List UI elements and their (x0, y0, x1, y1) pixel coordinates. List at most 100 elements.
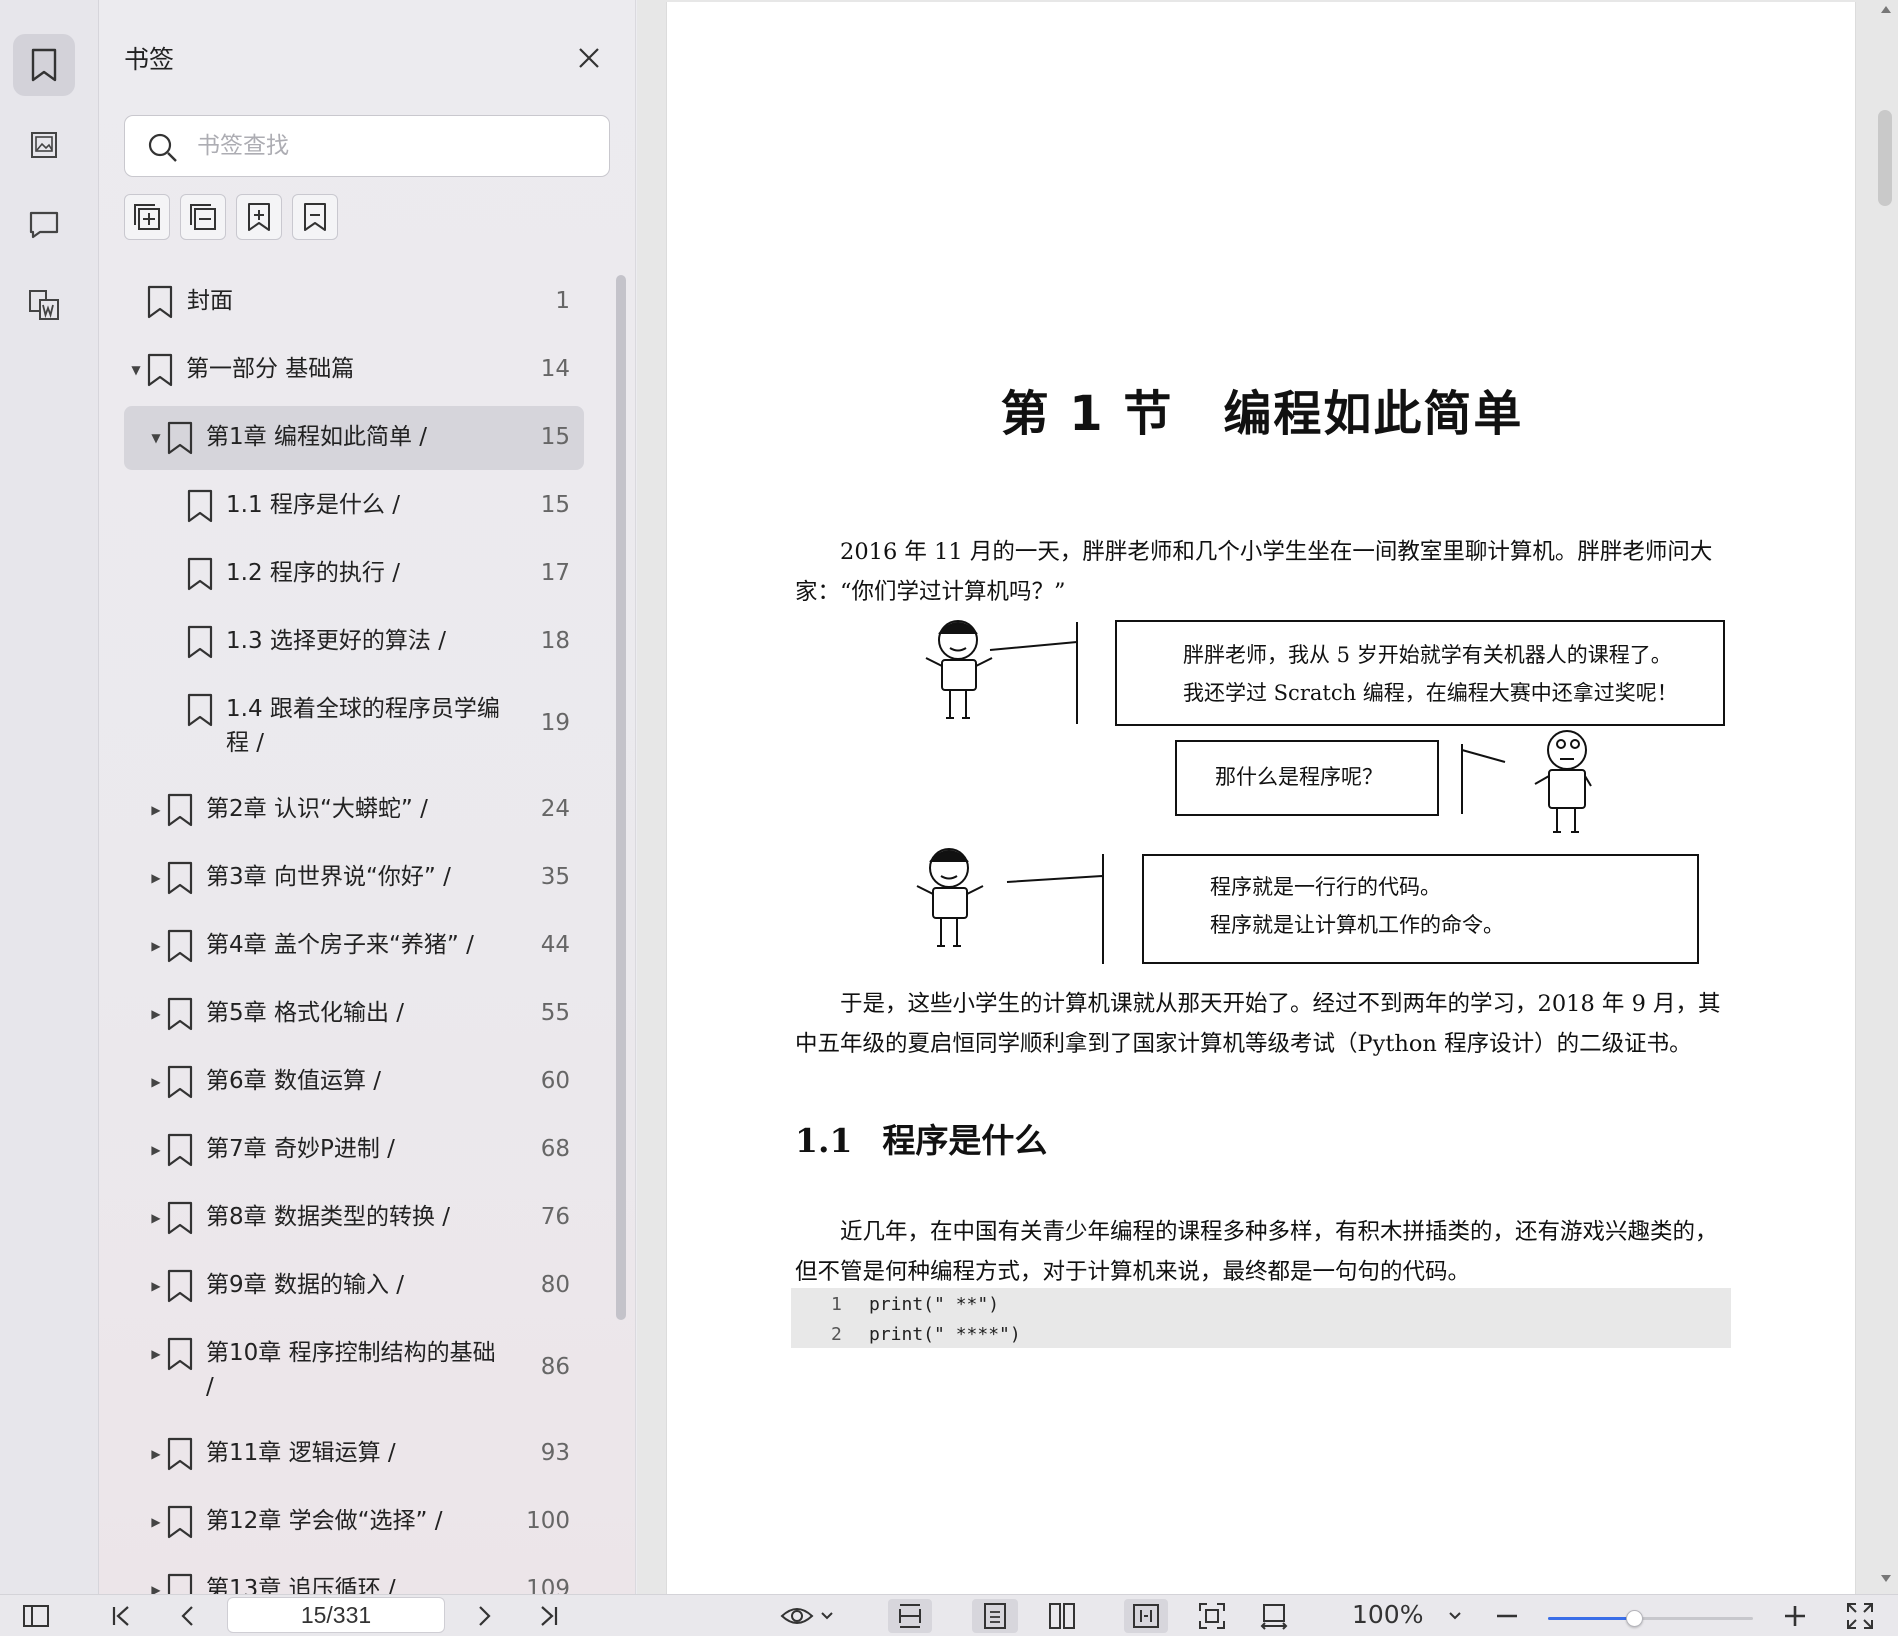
bookmark-label: 第13章 追压循环 / (206, 1576, 396, 1594)
caret-right-icon[interactable]: ▶ (149, 1347, 163, 1361)
bookmark-item[interactable]: ▶ 第3章 向世界说“你好” / 35 (124, 846, 584, 910)
bookmark-search-box[interactable] (124, 115, 610, 177)
bookmark-item[interactable]: 封面 1 (124, 270, 584, 334)
bookmark-item[interactable]: 1.4 跟着全球的程序员学编 程 / 19 (124, 678, 584, 758)
collapse-all-button[interactable] (180, 194, 226, 240)
caret-right-icon[interactable]: ▶ (149, 1211, 163, 1225)
convert-panel-button[interactable] (13, 274, 75, 336)
zoom-out-button[interactable] (1492, 1599, 1522, 1633)
caret-down-icon[interactable]: ▼ (149, 431, 163, 445)
bookmark-label: 第8章 数据类型的转换 / (206, 1204, 451, 1230)
caret-right-icon[interactable]: ▶ (149, 1515, 163, 1529)
zoom-slider-knob[interactable] (1626, 1610, 1644, 1627)
caret-right-icon[interactable]: ▶ (149, 1279, 163, 1293)
bookmark-page-number: 44 (540, 932, 570, 958)
remove-bookmark-button[interactable] (292, 194, 338, 240)
bookmark-panel-button[interactable] (13, 34, 75, 96)
add-bookmark-button[interactable] (236, 194, 282, 240)
speech-bubble-2: 那什么是程序呢？ (1175, 740, 1439, 816)
left-rail (0, 0, 99, 1594)
single-page-button[interactable] (972, 1599, 1018, 1633)
thumbnail-panel-button[interactable] (13, 114, 75, 176)
caret-right-icon[interactable]: ▶ (149, 1007, 163, 1021)
bookmark-item[interactable]: ▼ 第1章 编程如此简单 / 15 (124, 406, 584, 470)
caret-right-icon[interactable]: ▶ (149, 803, 163, 817)
two-page-button[interactable] (1044, 1599, 1080, 1633)
bookmark-item[interactable]: ▶ 第8章 数据类型的转换 / 76 (124, 1186, 584, 1250)
bookmark-icon (167, 1505, 193, 1539)
bookmark-page-number: 80 (540, 1272, 570, 1298)
bookmark-page-number: 60 (540, 1068, 570, 1094)
scroll-down-arrow-icon[interactable] (1880, 1574, 1892, 1584)
previous-page-button[interactable] (172, 1599, 202, 1633)
caret-right-icon[interactable]: ▶ (149, 1075, 163, 1089)
comment-panel-button[interactable] (13, 194, 75, 256)
fit-width-button[interactable] (1124, 1599, 1168, 1633)
first-page-button[interactable] (106, 1599, 136, 1633)
bookmark-icon (167, 1065, 193, 1099)
bookmark-icon (167, 1437, 193, 1471)
bookmark-item[interactable]: 1.3 选择更好的算法 / 18 (124, 610, 584, 674)
single-page-icon (984, 1603, 1006, 1629)
document-page: 第 1 节 编程如此简单 2016 年 11 月的一天，胖胖老师和几个小学生坐在… (666, 2, 1856, 1594)
zoom-slider[interactable] (1548, 1610, 1753, 1627)
section-title: 程序是什么 (882, 1121, 1048, 1160)
bookmark-icon (167, 1337, 193, 1371)
bookmark-item[interactable]: ▶ 第10章 程序控制结构的基础 / 86 (124, 1322, 584, 1402)
bookmark-icon (147, 285, 173, 319)
expand-all-button[interactable] (124, 194, 170, 240)
bookmark-item[interactable]: ▶ 第13章 追压循环 / 109 (124, 1558, 584, 1594)
bookmark-label: 第7章 奇妙P进制 / (206, 1136, 395, 1162)
bookmark-label: 1.1 程序是什么 / (226, 492, 400, 518)
toggle-sidebar-button[interactable] (18, 1599, 54, 1633)
last-page-button[interactable] (534, 1599, 564, 1633)
scroll-up-arrow-icon[interactable] (1880, 4, 1892, 14)
fullscreen-icon (1847, 1603, 1873, 1629)
bookmark-icon (167, 1269, 193, 1303)
caret-right-icon[interactable]: ▶ (149, 1143, 163, 1157)
caret-right-icon[interactable]: ▶ (149, 871, 163, 885)
after-paragraph: 于是，这些小学生的计算机课就从那天开始了。经过不到两年的学习，2018 年 9 … (795, 991, 1721, 1057)
fit-page-button[interactable] (1194, 1599, 1230, 1633)
bookmark-search-input[interactable] (197, 126, 587, 166)
close-panel-button[interactable] (574, 43, 604, 73)
bookmark-item[interactable]: ▶ 第6章 数值运算 / 60 (124, 1050, 584, 1114)
section-paragraph: 近几年，在中国有关青少年编程的课程多种多样，有积木拼插类的，还有游戏兴趣类的，但… (795, 1219, 1718, 1285)
bookmark-item[interactable]: ▶ 第11章 逻辑运算 / 93 (124, 1422, 584, 1486)
bookmark-page-number: 86 (540, 1354, 570, 1380)
bookmark-item[interactable]: ▶ 第5章 格式化输出 / 55 (124, 982, 584, 1046)
bookmark-item[interactable]: ▶ 第2章 认识“大蟒蛇” / 24 (124, 778, 584, 842)
bookmark-label: 1.3 选择更好的算法 / (226, 628, 446, 654)
rotate-button[interactable] (1256, 1599, 1292, 1633)
bookmark-item[interactable]: ▶ 第4章 盖个房子来“养猪” / 44 (124, 914, 584, 978)
bookmark-page-number: 35 (540, 864, 570, 890)
bookmark-icon (167, 861, 193, 895)
bookmark-item[interactable]: 1.2 程序的执行 / 17 (124, 542, 584, 606)
fullscreen-button[interactable] (1842, 1599, 1878, 1633)
bookmark-icon (167, 793, 193, 827)
collapse-all-icon (190, 204, 216, 230)
bookmark-item[interactable]: 1.1 程序是什么 / 15 (124, 474, 584, 538)
zoom-in-button[interactable] (1780, 1599, 1810, 1633)
speech-bubble-3-line-2: 程序就是让计算机工作的命令。 (1210, 913, 1504, 937)
caret-down-icon[interactable]: ▼ (129, 363, 143, 377)
bookmark-item[interactable]: ▶ 第12章 学会做“选择” / 100 (124, 1490, 584, 1554)
bookmark-scrollbar[interactable] (616, 275, 626, 1320)
reading-mode-dropdown[interactable] (776, 1599, 838, 1633)
continuous-scroll-button[interactable] (888, 1599, 932, 1633)
bookmark-page-number: 1 (555, 288, 570, 314)
close-icon (579, 48, 599, 68)
caret-right-icon[interactable]: ▶ (149, 939, 163, 953)
bookmark-item[interactable]: ▼ 第一部分 基础篇 14 (124, 338, 584, 402)
caret-right-icon[interactable]: ▶ (149, 1447, 163, 1461)
bookmark-item[interactable]: ▶ 第9章 数据的输入 / 80 (124, 1254, 584, 1318)
bookmark-item[interactable]: ▶ 第7章 奇妙P进制 / 68 (124, 1118, 584, 1182)
bookmark-icon (187, 693, 213, 727)
zoom-dropdown[interactable] (1430, 1599, 1480, 1633)
next-page-button[interactable] (470, 1599, 500, 1633)
bookmark-tree: 封面 1 ▼ 第一部分 基础篇 14 ▼ 第1章 编程如此简单 /15 1.1 程序是什么 /… (99, 270, 599, 1594)
document-scrollbar[interactable] (1878, 110, 1892, 206)
caret-right-icon[interactable]: ▶ (149, 1583, 163, 1594)
speech-bubble-1-line-1: 胖胖老师，我从 5 岁开始就学有关机器人的课程了。 (1183, 643, 1672, 667)
page-number-input[interactable] (227, 1597, 445, 1633)
